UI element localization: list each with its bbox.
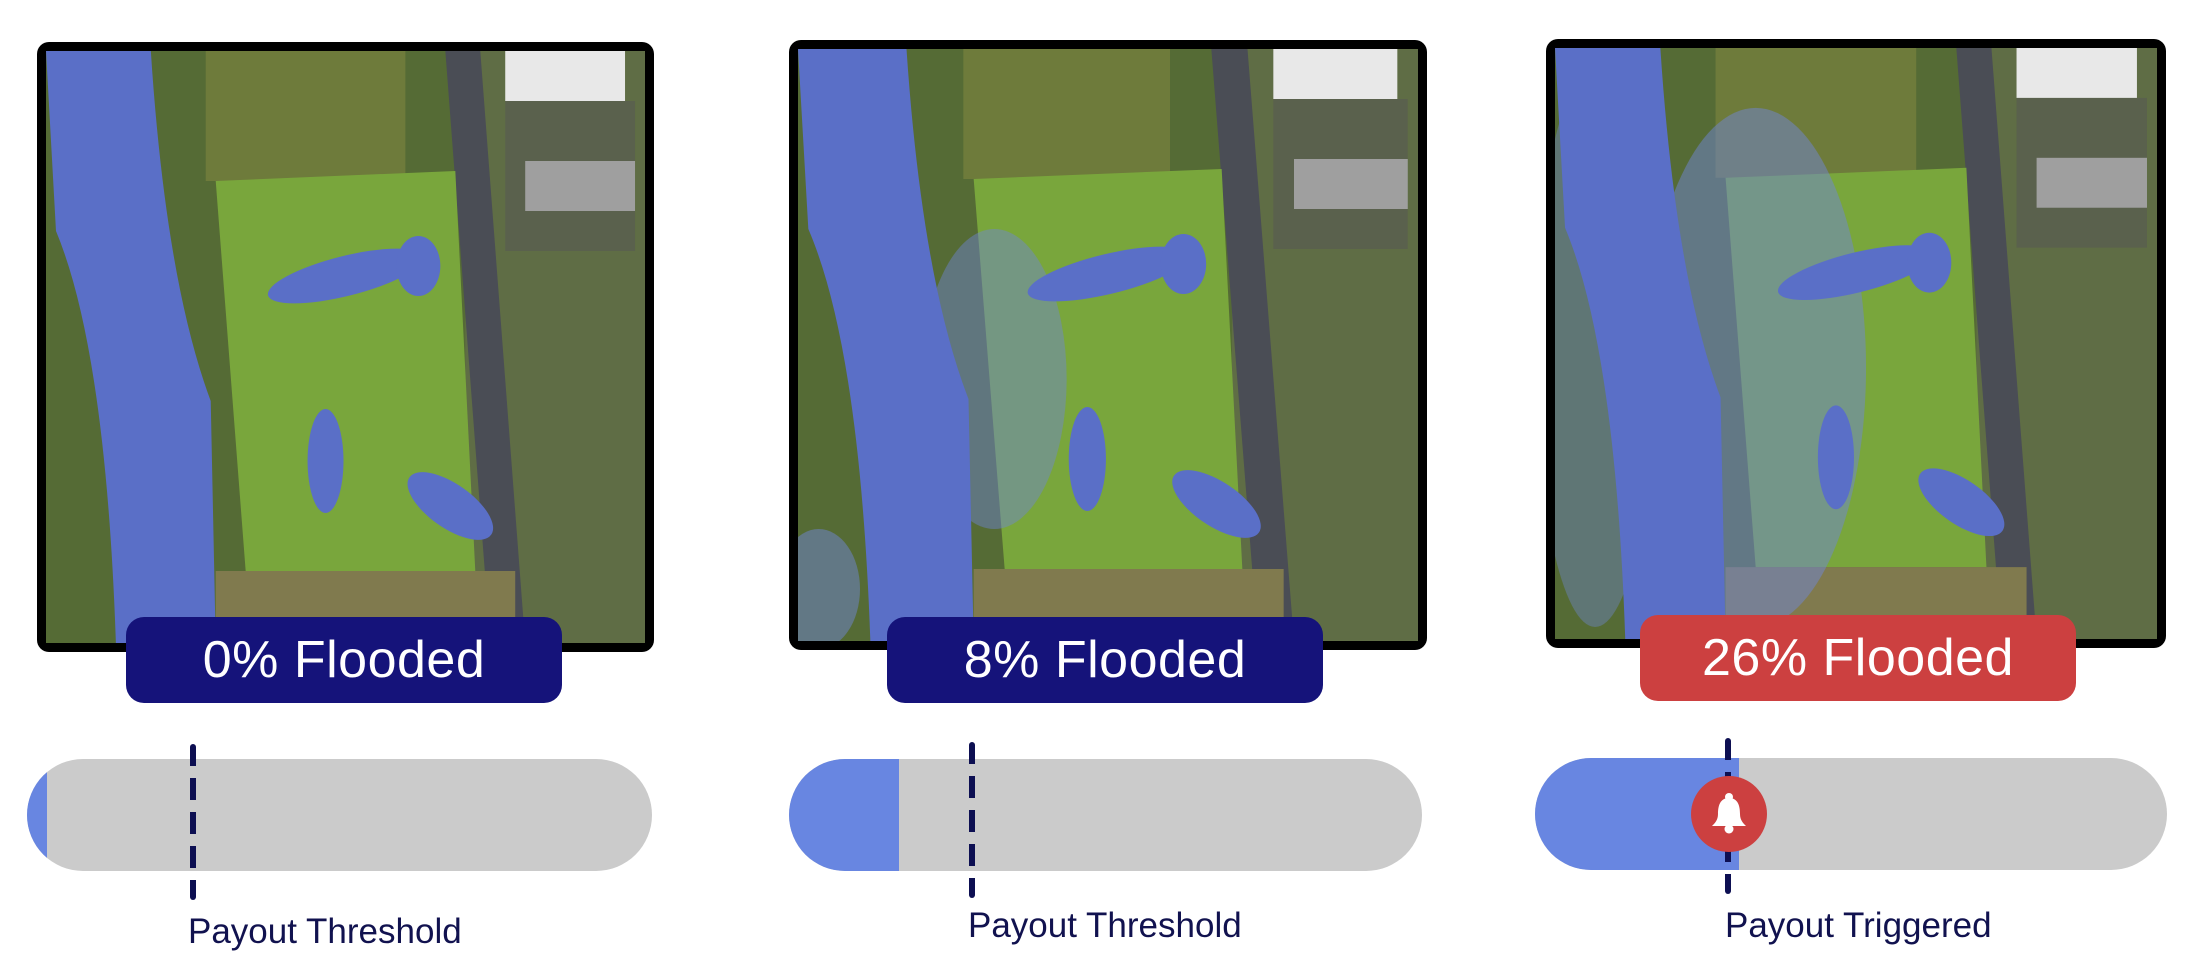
aerial-map-image bbox=[1555, 48, 2157, 639]
river-water bbox=[1555, 48, 1726, 639]
panel-0-percent: 0% Flooded Payout Threshold bbox=[0, 0, 700, 972]
flood-progress-bar bbox=[789, 759, 1422, 871]
payout-threshold-label: Payout Threshold bbox=[188, 912, 462, 951]
aerial-map-frame bbox=[1546, 39, 2166, 648]
aerial-map-frame bbox=[789, 40, 1427, 650]
flood-progress-bar bbox=[27, 759, 652, 871]
payout-threshold-line bbox=[190, 744, 196, 900]
payout-threshold-label: Payout Threshold bbox=[968, 906, 1242, 945]
flood-percentage-badge-alert: 26% Flooded bbox=[1640, 615, 2076, 701]
flood-progress-fill bbox=[789, 759, 899, 871]
aerial-map bbox=[1555, 48, 2157, 639]
payout-triggered-label: Payout Triggered bbox=[1725, 906, 1992, 945]
flood-progress-fill bbox=[27, 759, 47, 871]
flood-progress-fill bbox=[1535, 758, 1739, 870]
flood-progress-bar bbox=[1535, 758, 2167, 870]
aerial-map bbox=[46, 51, 645, 643]
payout-alert-badge bbox=[1691, 776, 1767, 852]
aerial-map-image bbox=[46, 51, 645, 643]
aerial-map-frame bbox=[37, 42, 654, 652]
payout-threshold-line bbox=[969, 742, 975, 898]
flood-percentage-badge: 0% Flooded bbox=[126, 617, 562, 703]
aerial-map-image bbox=[798, 49, 1418, 641]
river-water bbox=[798, 49, 974, 641]
flood-overlay bbox=[922, 229, 1067, 529]
payout-threshold-line bbox=[1725, 738, 1731, 894]
flood-overlay bbox=[1645, 107, 1867, 628]
bell-icon bbox=[1712, 793, 1746, 834]
aerial-map bbox=[798, 49, 1418, 641]
flood-percentage-badge: 8% Flooded bbox=[887, 617, 1323, 703]
